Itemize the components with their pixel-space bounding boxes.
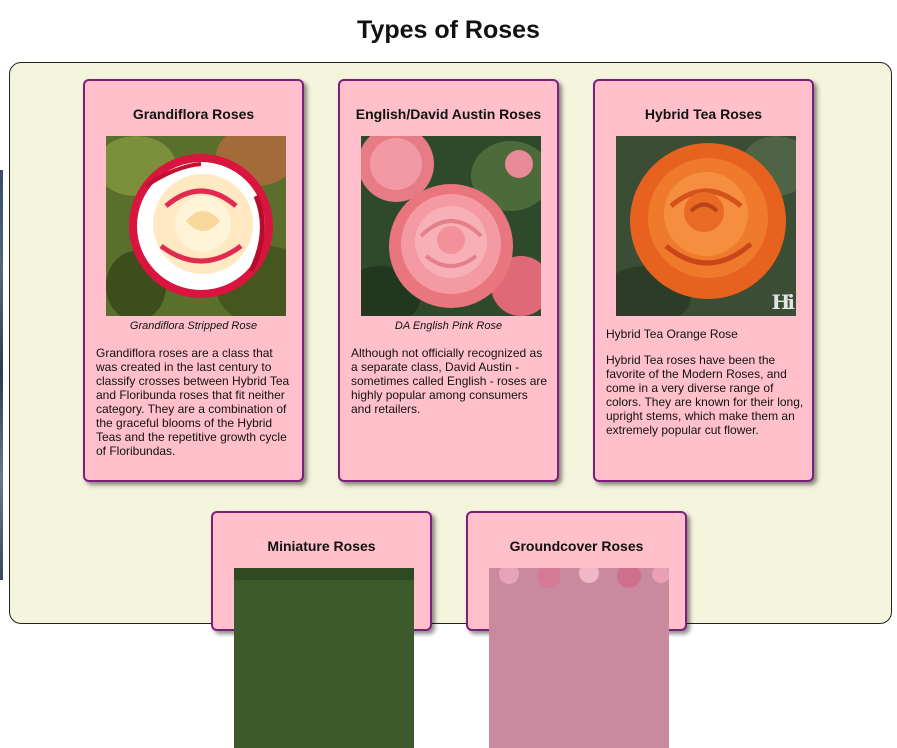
photo-caption: DA English Pink Rose <box>394 320 503 332</box>
card-description: Hybrid Tea roses have been the favorite … <box>606 353 804 437</box>
photo-watermark: Hi <box>771 290 795 314</box>
card-title: Grandiflora Roses <box>132 106 255 122</box>
card-miniature: Miniature Roses <box>211 511 432 748</box>
card-hybrid-tea: Hybrid Tea Roses Hi Hybrid Tea Orange Ro… <box>593 79 814 482</box>
miniature-rose-photo <box>234 568 414 748</box>
card-title: Miniature Roses <box>267 538 376 554</box>
rose-gallery-panel: Grandiflora Roses Grandiflora Stripped R… <box>9 62 892 748</box>
card-title: Hybrid Tea Roses <box>644 106 763 122</box>
card-title: Groundcover Roses <box>509 538 644 554</box>
photo-caption: Hybrid Tea Orange Rose <box>606 327 738 341</box>
card-description: Although not officially recognized as a … <box>351 346 548 416</box>
pink-english-rose-photo <box>361 136 541 316</box>
page-title: Types of Roses <box>357 16 540 44</box>
card-grandiflora: Grandiflora Roses Grandiflora Stripped R… <box>83 79 304 482</box>
photo-caption: Grandiflora Stripped Rose <box>129 320 258 332</box>
card-english-david-austin: English/David Austin Roses DA English Pi… <box>338 79 559 482</box>
card-title: English/David Austin Roses <box>355 106 542 122</box>
card-groundcover: Groundcover Roses <box>466 511 687 748</box>
card-description: Grandiflora roses are a class that was c… <box>96 346 290 458</box>
groundcover-rose-photo <box>489 568 669 748</box>
left-edge-strip <box>0 170 3 580</box>
white-red-edged-rose-photo <box>106 136 286 316</box>
orange-hybrid-tea-rose-photo: Hi <box>616 136 796 316</box>
